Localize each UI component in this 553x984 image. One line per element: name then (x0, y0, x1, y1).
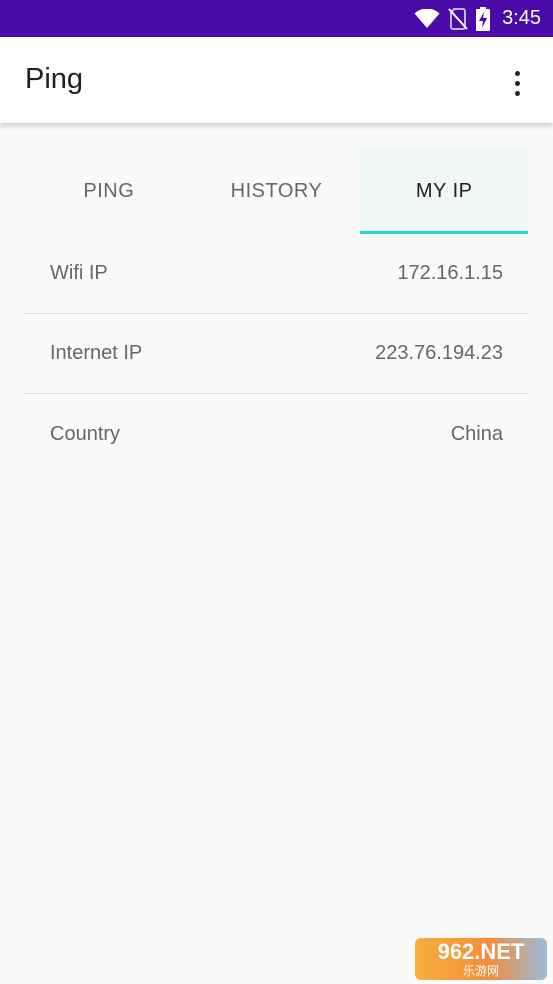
country-label: Country (50, 422, 121, 445)
internet-ip-value: 223.76.194.23 (375, 342, 503, 364)
tab-ping[interactable]: PING (25, 148, 193, 234)
status-time: 3:45 (502, 7, 541, 29)
list-item-wifi-ip: Wifi IP 172.16.1.15 (25, 234, 528, 314)
wifi-icon (414, 8, 440, 28)
tab-history[interactable]: HISTORY (193, 148, 361, 234)
tab-my-ip[interactable]: MY IP (360, 148, 529, 234)
tab-bar: PING HISTORY MY IP (25, 148, 529, 234)
app-bar: Ping (0, 37, 553, 123)
watermark-sub-text: 乐游网 (462, 964, 499, 978)
status-bar: 3:45 (0, 0, 553, 37)
app-title: Ping (25, 63, 84, 95)
status-icons: 3:45 (414, 0, 541, 37)
no-sim-icon (448, 7, 468, 30)
more-vert-icon[interactable] (499, 65, 535, 101)
watermark-logo-text: 962.NET (437, 939, 525, 964)
internet-ip-label: Internet IP (50, 342, 143, 364)
list-item-country: Country China (25, 394, 528, 474)
ip-info-list: Wifi IP 172.16.1.15 Internet IP 223.76.1… (25, 234, 528, 474)
watermark-logo: 962.NET 乐游网 (415, 938, 547, 980)
list-item-internet-ip: Internet IP 223.76.194.23 (25, 314, 528, 394)
battery-charging-icon (476, 6, 491, 31)
wifi-ip-value: 172.16.1.15 (397, 262, 503, 284)
country-value: China (450, 422, 503, 445)
wifi-ip-label: Wifi IP (50, 262, 108, 284)
